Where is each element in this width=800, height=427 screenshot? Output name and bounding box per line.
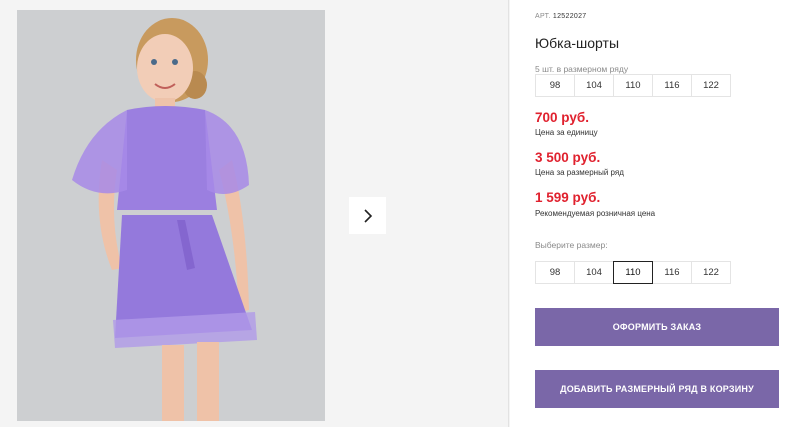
size-picker-caption: Выберите размер:: [535, 240, 608, 250]
article-line: АРТ. 12522027: [535, 13, 586, 20]
product-title: Юбка-шорты: [535, 35, 620, 51]
child-model-image: [17, 10, 325, 421]
size-option-98[interactable]: 98: [535, 261, 575, 284]
unit-price-caption: Цена за единицу: [535, 128, 598, 137]
size-option-110[interactable]: 110: [613, 261, 653, 284]
add-range-to-cart-button[interactable]: ДОБАВИТЬ РАЗМЕРНЫЙ РЯД В КОРЗИНУ: [535, 370, 779, 408]
product-gallery: [0, 0, 510, 427]
chevron-right-icon: [363, 208, 372, 223]
retail-price: 1 599 руб.: [535, 190, 601, 205]
size-range-list: 98 104 110 116 122: [535, 74, 731, 97]
range-price-caption: Цена за размерный ряд: [535, 168, 624, 177]
product-photo: [17, 10, 325, 421]
place-order-button[interactable]: ОФОРМИТЬ ЗАКАЗ: [535, 308, 779, 346]
size-picker: 98 104 110 116 122: [535, 261, 731, 284]
panel-divider: [508, 0, 509, 427]
next-image-button[interactable]: [349, 197, 386, 234]
article-label: АРТ.: [535, 13, 551, 20]
range-size-cell: 98: [535, 74, 575, 97]
unit-price: 700 руб.: [535, 110, 589, 125]
range-price: 3 500 руб.: [535, 150, 601, 165]
range-size-cell: 122: [691, 74, 731, 97]
range-size-cell: 104: [574, 74, 614, 97]
size-option-116[interactable]: 116: [652, 261, 692, 284]
size-option-104[interactable]: 104: [574, 261, 614, 284]
size-option-122[interactable]: 122: [691, 261, 731, 284]
retail-price-caption: Рекомендуемая розничная цена: [535, 209, 656, 218]
range-size-cell: 116: [652, 74, 692, 97]
range-caption: 5 шт. в размерном ряду: [535, 64, 629, 74]
article-number: 12522027: [552, 13, 587, 20]
range-size-cell: 110: [613, 74, 653, 97]
